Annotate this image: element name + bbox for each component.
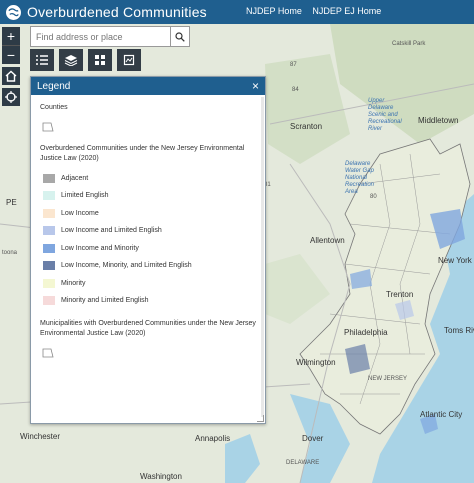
zoom-out-button[interactable]: − xyxy=(2,45,20,64)
legend-item: Minority xyxy=(40,274,256,292)
map-label-philadelphia: Philadelphia xyxy=(344,328,388,337)
layers-button[interactable] xyxy=(59,49,83,71)
legend-item: Adjacent xyxy=(40,169,256,187)
legend-item: Low Income, Minority, and Limited Englis… xyxy=(40,257,256,275)
legend-item-label: Minority xyxy=(61,279,86,287)
legend-swatch xyxy=(43,243,55,253)
legend-item: Low Income and Limited English xyxy=(40,222,256,240)
map-label-wilmington: Wilmington xyxy=(296,358,336,367)
obc-heading: Overburdened Communities under the New J… xyxy=(40,144,245,162)
legend-swatch xyxy=(43,208,55,218)
app-title: Overburdened Communities xyxy=(27,4,207,20)
legend-list-icon xyxy=(36,55,48,65)
zoom-in-button[interactable]: + xyxy=(2,27,20,45)
legend-panel: Legend × Counties Overburdened Communiti… xyxy=(30,76,266,424)
counties-swatch xyxy=(42,122,54,132)
map-label-trenton: Trenton xyxy=(386,290,414,299)
map-label-delaware-gap: Delaware Water Gap National Recreation A… xyxy=(345,161,375,195)
map-label-catskill: Catskill Park xyxy=(392,41,426,47)
map-label-delaware: DELAWARE xyxy=(286,460,320,466)
legend-header: Legend × xyxy=(31,77,265,95)
legend-swatch xyxy=(43,226,55,236)
map-label-hw84: 84 xyxy=(292,87,299,93)
legend-item-label: Low Income and Limited English xyxy=(61,227,162,235)
legend-item-label: Low Income xyxy=(61,209,99,217)
layers-icon xyxy=(64,55,78,66)
njdep-ej-home-link[interactable]: NJDEP EJ Home xyxy=(312,6,381,16)
legend-swatch xyxy=(43,296,55,306)
legend-swatch xyxy=(43,191,55,201)
widget-toolbar xyxy=(30,49,146,71)
map-label-hw87: 87 xyxy=(290,62,297,68)
counties-label: Counties xyxy=(40,104,68,111)
legend-items: Adjacent Limited English Low Income Low Inc… xyxy=(40,169,256,309)
legend-swatch xyxy=(43,278,55,288)
map-label-scranton: Scranton xyxy=(290,122,323,131)
search-button[interactable] xyxy=(170,27,189,46)
map-label-dover: Dover xyxy=(302,434,324,443)
legend-item: Limited English xyxy=(40,187,256,205)
legend-item: Minority and Limited English xyxy=(40,292,256,310)
app-header: Overburdened Communities NJDEP Home NJDE… xyxy=(0,0,474,24)
muni-heading: Municipalities with Overburdened Communi… xyxy=(40,320,256,338)
search-icon xyxy=(175,31,185,42)
legend-body: Counties Overburdened Communities under … xyxy=(31,95,265,378)
map-label-allentown: Allentown xyxy=(310,236,345,245)
legend-resize-handle[interactable] xyxy=(257,415,264,422)
muni-swatch xyxy=(42,348,54,358)
locate-button[interactable] xyxy=(2,88,20,106)
globe-logo-icon xyxy=(6,4,21,20)
map-label-upper-delaware: Upper Delaware Scenic and Recreational R… xyxy=(368,98,402,132)
legend-swatch xyxy=(43,261,55,271)
legend-scrollbar[interactable] xyxy=(261,97,264,417)
search-box xyxy=(30,26,190,47)
zoom-control: + − xyxy=(2,27,20,64)
legend-item: Low Income xyxy=(40,204,256,222)
basemap-grid-icon xyxy=(95,55,105,65)
legend-item-label: Low Income, Minority, and Limited Englis… xyxy=(61,262,192,270)
legend-item: Low Income and Minority xyxy=(40,239,256,257)
map-label-toona: toona xyxy=(2,250,18,256)
legend-close-button[interactable]: × xyxy=(252,79,259,93)
legend-title: Legend xyxy=(37,80,71,92)
legend-item-label: Adjacent xyxy=(61,174,89,182)
home-button[interactable] xyxy=(2,67,20,85)
map-label-annapolis: Annapolis xyxy=(195,434,231,443)
map-label-pe: PE xyxy=(6,198,17,207)
home-icon xyxy=(5,70,17,82)
map-label-middletown: Middletown xyxy=(418,116,459,125)
legend-swatch xyxy=(43,173,55,183)
map-label-hw80: 80 xyxy=(370,194,377,200)
print-icon xyxy=(123,54,135,66)
map-label-atlantic-city: Atlantic City xyxy=(420,410,463,419)
basemap-button[interactable] xyxy=(88,49,112,71)
njdep-home-link[interactable]: NJDEP Home xyxy=(246,6,302,16)
search-input[interactable] xyxy=(31,30,168,43)
map-label-new-jersey: NEW JERSEY xyxy=(368,376,408,382)
map-label-washington: Washington xyxy=(140,472,182,481)
legend-button[interactable] xyxy=(30,49,54,71)
legend-item-label: Low Income and Minority xyxy=(61,244,139,252)
map-label-new-york: New York xyxy=(438,256,472,265)
locate-icon xyxy=(5,91,17,103)
print-button[interactable] xyxy=(117,49,141,71)
legend-item-label: Minority and Limited English xyxy=(61,297,149,305)
map-label-winchester: Winchester xyxy=(20,432,61,441)
map-label-toms-river: Toms River xyxy=(444,326,474,335)
legend-item-label: Limited English xyxy=(61,192,109,200)
